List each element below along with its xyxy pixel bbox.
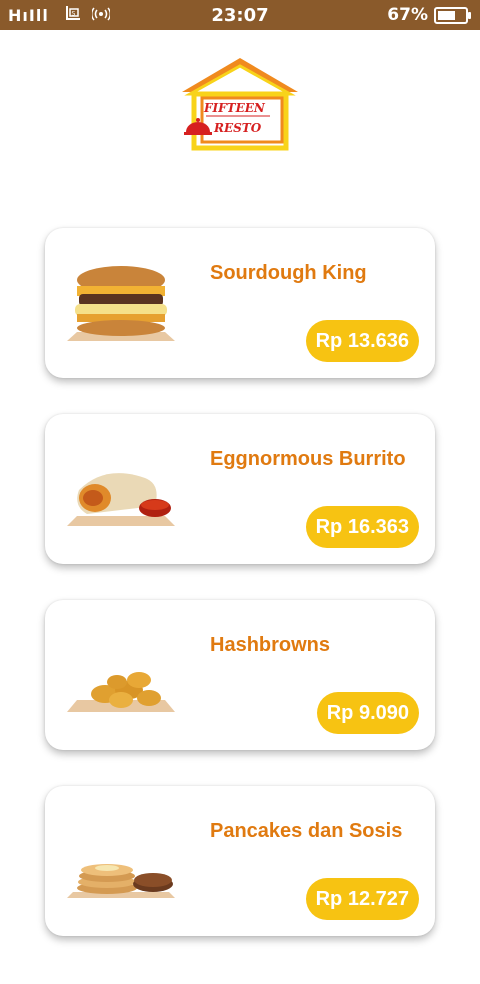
price-badge: Rp 16.363 (305, 506, 419, 548)
menu-card-hashbrowns[interactable]: Hashbrowns Rp 9.090 (45, 600, 435, 750)
price-badge: Rp 13.636 (305, 320, 419, 362)
menu-item-name: Pancakes dan Sosis (210, 820, 403, 842)
price-badge: Rp 9.090 (316, 692, 419, 734)
restaurant-logo: FIFTEEN RESTO (180, 56, 300, 152)
menu-card-pancakes-dan-sosis[interactable]: Pancakes dan Sosis Rp 12.727 (45, 786, 435, 936)
status-bar: HıIll S 23:07 67% (0, 0, 480, 30)
battery-icon (434, 6, 471, 24)
menu-item-name: Sourdough King (210, 262, 367, 284)
burger-image (65, 264, 180, 344)
hashbrowns-image (65, 636, 180, 716)
pancakes-image (65, 822, 180, 902)
logo-text-line2: RESTO (213, 121, 262, 135)
menu-card-eggnormous-burrito[interactable]: Eggnormous Burrito Rp 16.363 (45, 414, 435, 564)
logo-text-line1: FIFTEEN (203, 101, 266, 115)
menu-item-name: Hashbrowns (210, 634, 331, 656)
burrito-image (65, 450, 180, 530)
price-badge: Rp 12.727 (305, 878, 419, 920)
menu-item-name: Eggnormous Burrito (210, 448, 406, 470)
menu-card-sourdough-king[interactable]: Sourdough King Rp 13.636 (45, 228, 435, 378)
battery-percent: 67% (387, 5, 428, 25)
